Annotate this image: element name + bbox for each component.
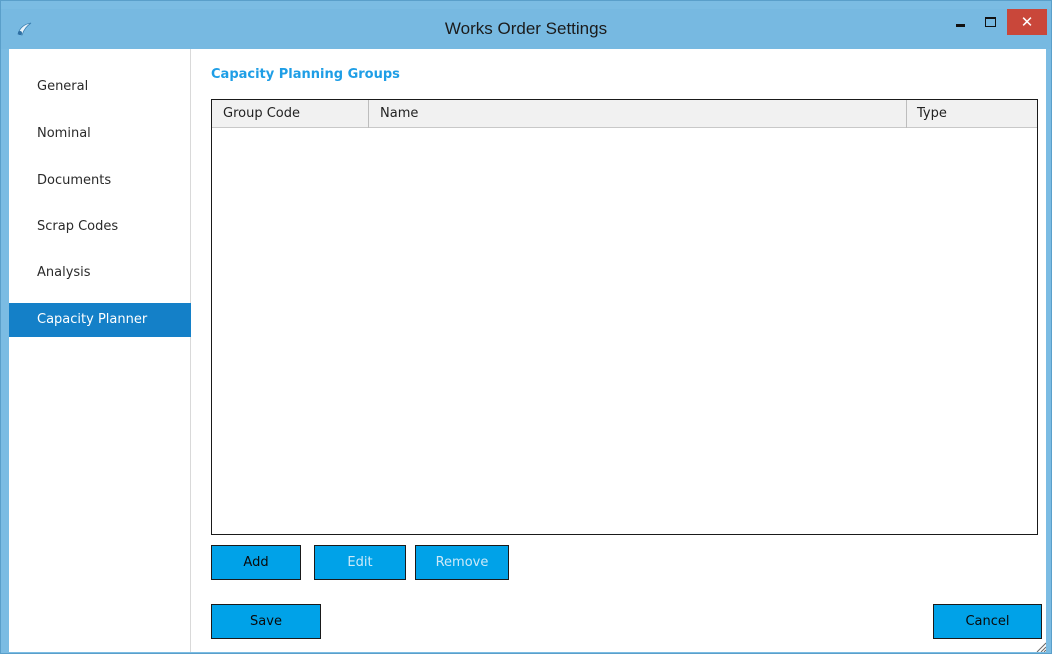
column-header-group-code[interactable]: Group Code — [212, 100, 369, 128]
close-icon: ✕ — [1020, 13, 1034, 31]
sidebar-item-nominal[interactable]: Nominal — [9, 117, 191, 151]
column-header-name[interactable]: Name — [369, 100, 907, 128]
add-button[interactable]: Add — [211, 545, 301, 580]
dialog-body: General Nominal Documents Scrap Codes An… — [9, 49, 1046, 652]
remove-button[interactable]: Remove — [415, 545, 509, 580]
close-button[interactable]: ✕ — [1007, 9, 1047, 35]
settings-sidebar: General Nominal Documents Scrap Codes An… — [9, 49, 191, 652]
maximize-icon — [984, 17, 996, 27]
minimize-button[interactable] — [945, 9, 975, 35]
column-header-type[interactable]: Type — [907, 100, 1037, 128]
save-button[interactable]: Save — [211, 604, 321, 639]
works-order-settings-window: Works Order Settings ✕ General Nominal D… — [0, 0, 1052, 654]
capacity-groups-grid[interactable]: Group Code Name Type — [211, 99, 1038, 535]
maximize-button[interactable] — [975, 9, 1005, 35]
window-title: Works Order Settings — [444, 19, 608, 38]
main-panel: Capacity Planning Groups Group Code Name… — [192, 49, 1046, 652]
resize-grip-icon[interactable] — [1034, 640, 1046, 652]
sidebar-item-documents[interactable]: Documents — [9, 164, 191, 198]
sidebar-item-scrap-codes[interactable]: Scrap Codes — [9, 210, 191, 244]
edit-button[interactable]: Edit — [314, 545, 406, 580]
cancel-button[interactable]: Cancel — [933, 604, 1042, 639]
grid-header: Group Code Name Type — [212, 100, 1037, 128]
sidebar-item-general[interactable]: General — [9, 70, 191, 104]
sidebar-item-capacity-planner[interactable]: Capacity Planner — [9, 303, 191, 337]
minimize-icon — [955, 23, 965, 27]
sidebar-item-analysis[interactable]: Analysis — [9, 256, 191, 290]
title-bar[interactable]: Works Order Settings ✕ — [1, 9, 1051, 49]
section-title: Capacity Planning Groups — [211, 67, 400, 82]
